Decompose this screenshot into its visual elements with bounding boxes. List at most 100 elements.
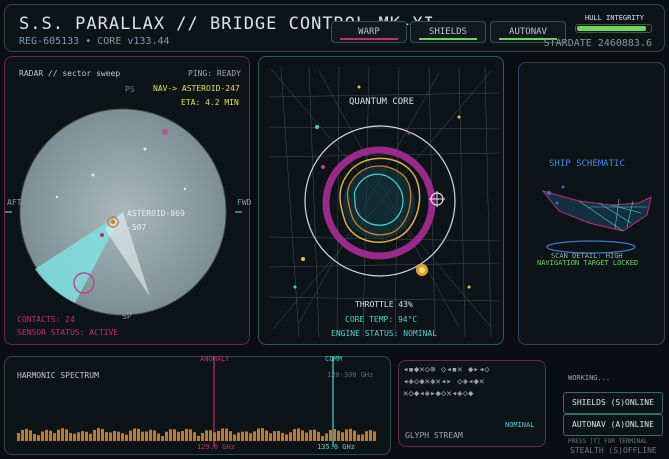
spectrum-bar [181, 430, 184, 441]
spectrum-bar [313, 429, 316, 441]
spectrum-bar [273, 431, 276, 441]
spectrum-bar [21, 429, 24, 441]
radar-ping-status: PING: READY [188, 69, 241, 78]
hull-integrity-bar [575, 24, 652, 33]
spectrum-bar [249, 433, 252, 441]
spectrum-bar [193, 432, 196, 441]
spectrum-bar [225, 428, 228, 441]
spectrum-bar [285, 434, 288, 441]
spectrum-bar [129, 430, 132, 441]
spectrum-bar [205, 430, 208, 441]
radar-sensor-status: SENSOR STATUS: ACTIVE [17, 328, 119, 337]
spectrum-bar [197, 435, 200, 441]
glyph-stream-panel: ◂▪◆✕◇⊗ ◇◂▪✕ ◆▸◂◇ ◂◈◇◆✕◈✕◂▸ ◇◈◂◆✕ ✕◇◆◂◈▸◆… [398, 360, 546, 447]
radar-aft-label: AFT [7, 198, 22, 207]
glyph-status: NOMINAL [505, 421, 535, 429]
stardate: STARDATE 2460883.6 [543, 38, 652, 49]
radar-contacts: CONTACTS: 24 [17, 315, 75, 324]
spectrum-bar [349, 428, 352, 441]
spectrum-bar [121, 433, 124, 441]
spectrum-bar [353, 430, 356, 441]
radar-fwd-label: FWD [237, 198, 252, 207]
spectrum-bar [369, 430, 372, 441]
spectrum-bar [265, 430, 268, 441]
spectrum-bar [157, 433, 160, 441]
spectrum-bar [201, 432, 204, 441]
spectrum-bar [117, 431, 120, 441]
spectrum-bar [277, 430, 280, 441]
spectrum-bar [281, 432, 284, 441]
radar-panel: RADAR // sector sweep PING: READY NAV-> … [4, 56, 252, 345]
autonav-online-button[interactable]: AUTONAV (A)ONLINE [563, 414, 663, 436]
harmonic-spectrum-panel: HARMONIC SPECTRUM 120-300 GHz ANOMALY CO… [4, 355, 391, 455]
spectrum-bar [317, 431, 320, 441]
shields-button[interactable]: SHIELDS [410, 21, 486, 43]
radar-title: RADAR // sector sweep [19, 69, 121, 78]
glyph-title: GLYPH STREAM [405, 431, 463, 440]
glyph-row-2: ◂◈◇◆✕◈✕◂▸ ◇◈◂◆✕ [403, 377, 485, 387]
warp-indicator [340, 38, 398, 40]
spectrum-bar [373, 431, 376, 441]
spectrum-bar [269, 433, 272, 441]
spectrum-bar [161, 436, 164, 441]
spectrum-bar [305, 432, 308, 441]
header-panel: S.S. PARALLAX // BRIDGE CONTROL MK-XI RE… [4, 4, 665, 52]
spectrum-bar [241, 431, 244, 441]
shields-online-button[interactable]: SHIELDS (S)ONLINE [563, 392, 663, 414]
spectrum-bar [29, 430, 32, 441]
hull-label: HULL INTEGRITY [584, 14, 644, 22]
radar-target-label: ASTEROID-869 [127, 209, 185, 218]
spectrum-chart [17, 357, 376, 447]
spectrum-bar [293, 429, 296, 441]
spectrum-bar [297, 428, 300, 441]
spectrum-bar [365, 431, 368, 441]
stealth-status[interactable]: STEALTH (S)OFFLINE [570, 446, 657, 455]
spectrum-bar [109, 432, 112, 441]
radar-nav-target: NAV-> ASTEROID-247 [153, 84, 240, 93]
spectrum-bar [41, 431, 44, 441]
spectrum-bar [221, 428, 224, 441]
spectrum-bar [73, 433, 76, 441]
spectrum-bar [361, 434, 364, 441]
ship-schematic-panel: SHIP SCHEMATIC SCAN DETAIL: HIGH NAVIGAT… [518, 62, 665, 345]
spectrum-bar [77, 432, 80, 441]
spectrum-bar [253, 431, 256, 441]
engine-status: ENGINE STATUS: NOMINAL [331, 329, 437, 338]
spectrum-bar [337, 430, 340, 441]
spectrum-bar [81, 431, 84, 441]
anomaly-frequency: 129.0 GHz [197, 443, 235, 451]
spectrum-bar [141, 431, 144, 441]
radar-target-label-2: -507 [127, 223, 147, 232]
spectrum-bar [257, 428, 260, 441]
spectrum-bar [341, 432, 344, 441]
spectrum-bar [69, 432, 72, 441]
spectrum-bar [237, 432, 240, 441]
spectrum-bar [357, 434, 360, 441]
spectrum-bar [309, 430, 312, 441]
spectrum-bar [93, 429, 96, 441]
comm-marker-label: COMM [325, 355, 342, 363]
spectrum-bar [169, 429, 172, 441]
comm-frequency: 135.8 GHz [317, 443, 355, 451]
spectrum-bar [209, 430, 212, 441]
spectrum-bar [289, 432, 292, 441]
spectrum-bar [233, 434, 236, 441]
spectrum-bar [49, 430, 52, 441]
spectrum-bar [165, 431, 168, 441]
spectrum-bar [325, 433, 328, 441]
radar-sp-label: SP [122, 312, 132, 321]
spectrum-bar [25, 428, 28, 441]
spectrum-bar [177, 431, 180, 441]
warp-button[interactable]: WARP [331, 21, 407, 43]
ship-schematic-display [541, 185, 652, 254]
spectrum-bar [185, 428, 188, 441]
spectrum-bar [329, 430, 332, 441]
spectrum-bar [321, 435, 324, 441]
spectrum-bar [45, 429, 48, 441]
spectrum-bar [133, 428, 136, 441]
spectrum-bar [189, 429, 192, 441]
spectrum-bar [213, 432, 216, 441]
core-title: QUANTUM CORE [349, 97, 415, 107]
spectrum-bar [345, 429, 348, 441]
spectrum-bar [89, 433, 92, 441]
